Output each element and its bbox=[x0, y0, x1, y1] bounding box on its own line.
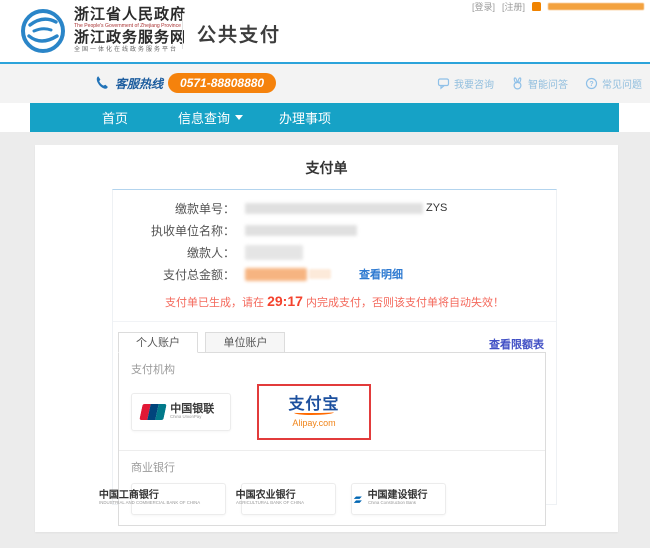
alipay-domain: Alipay.com bbox=[292, 418, 335, 428]
payment-options-panel: 支付机构 中国银联 China UnionPay 支付宝 bbox=[118, 352, 546, 526]
page-title: 支付单 bbox=[35, 158, 618, 178]
field-payment-number: 缴款单号： ZYS bbox=[113, 197, 556, 219]
redacted-unit-name bbox=[245, 225, 357, 236]
nav-home[interactable]: 首页 bbox=[102, 108, 128, 127]
field-label: 缴款人： bbox=[113, 244, 235, 261]
consult-label: 我要咨询 bbox=[454, 76, 494, 91]
tab-unit-account[interactable]: 单位账户 bbox=[205, 332, 285, 353]
login-link[interactable]: [登录] bbox=[472, 0, 495, 13]
expiry-warning: 支付单已生成，请在 29:17 内完成支付，否则该支付单将自动失效！ bbox=[113, 293, 556, 321]
redacted-amount-tail bbox=[309, 269, 331, 279]
payment-detail-container: 缴款单号： ZYS 执收单位名称： 缴款人： 支付总金额： bbox=[112, 189, 557, 505]
zhejiang-gov-logo-icon bbox=[20, 8, 66, 54]
faq-label: 常见问题 bbox=[602, 76, 642, 91]
warning-suffix: 内完成支付，否则该支付单将自动失效！ bbox=[303, 297, 504, 309]
view-detail-link[interactable]: 查看明细 bbox=[359, 266, 403, 282]
ccb-option[interactable]: 中国建设银行 China Construction Bank bbox=[351, 483, 446, 515]
hotline-label: 客服热线 bbox=[115, 75, 163, 92]
app-title: 公共支付 bbox=[197, 20, 281, 47]
nav-info-query-label: 信息查询 bbox=[178, 108, 230, 127]
register-link[interactable]: [注册] bbox=[502, 0, 525, 13]
ccb-logo-icon bbox=[352, 491, 364, 508]
user-icon bbox=[532, 2, 541, 11]
chat-bubble-icon bbox=[437, 77, 450, 90]
redacted-payer-name bbox=[245, 245, 303, 260]
icbc-name-en: INDUSTRIAL AND COMMERCIAL BANK OF CHINA bbox=[99, 501, 200, 505]
user-notice-redacted[interactable] bbox=[548, 3, 644, 10]
field-label: 执收单位名称： bbox=[113, 222, 235, 239]
faq-link[interactable]: ? 常见问题 bbox=[585, 76, 642, 91]
nav-handle-matters[interactable]: 办理事项 bbox=[279, 108, 331, 127]
abc-option[interactable]: 中国农业银行 AGRICULTURAL BANK OF CHINA bbox=[241, 483, 336, 515]
gov-text-block: 浙江省人民政府 The People's Government of Zheji… bbox=[74, 7, 200, 54]
institutions-label: 支付机构 bbox=[131, 361, 533, 377]
hotline-number: 0571-88808880 bbox=[168, 73, 276, 93]
subbar: 客服热线 0571-88808880 我要咨询 智能问答 bbox=[0, 62, 650, 103]
nav-handle-matters-label: 办理事项 bbox=[279, 108, 331, 127]
field-collecting-unit: 执收单位名称： bbox=[113, 219, 556, 241]
alipay-option-selected[interactable]: 支付宝 Alipay.com bbox=[257, 384, 371, 440]
panel-divider bbox=[119, 450, 545, 451]
public-payment-page: [登录] [注册] 浙江省人民政府 The People's Governmen… bbox=[0, 0, 650, 559]
hotline: 客服热线 0571-88808880 bbox=[94, 73, 276, 93]
question-circle-icon: ? bbox=[585, 77, 598, 90]
header-divider bbox=[182, 13, 183, 49]
chevron-down-icon bbox=[235, 115, 243, 120]
banks-row: 中国工商银行 INDUSTRIAL AND COMMERCIAL BANK OF… bbox=[131, 483, 533, 515]
alipay-card: 支付宝 Alipay.com bbox=[261, 388, 367, 436]
view-limit-table-link[interactable]: 查看限额表 bbox=[489, 336, 544, 352]
phone-icon bbox=[94, 75, 110, 91]
redacted-amount bbox=[245, 268, 307, 281]
unionpay-name: 中国银联 bbox=[170, 403, 221, 415]
tab-personal-account[interactable]: 个人账户 bbox=[118, 332, 198, 353]
payment-number-suffix: ZYS bbox=[426, 202, 447, 214]
institutions-row: 中国银联 China UnionPay 支付宝 Alipay.com bbox=[131, 384, 533, 440]
gov-name-en: The People's Government of Zhejiang Prov… bbox=[74, 23, 181, 28]
robot-rabbit-icon bbox=[511, 77, 524, 90]
ccb-name: 中国建设银行 bbox=[368, 490, 445, 501]
field-payer: 缴款人： bbox=[113, 241, 556, 263]
alipay-swoosh-icon bbox=[294, 410, 334, 415]
consult-link[interactable]: 我要咨询 bbox=[437, 76, 494, 91]
topbar-links: [登录] [注册] bbox=[472, 0, 644, 13]
payment-fields: 缴款单号： ZYS 执收单位名称： 缴款人： 支付总金额： bbox=[113, 190, 556, 322]
svg-text:?: ? bbox=[589, 81, 593, 88]
field-label: 支付总金额： bbox=[113, 266, 235, 283]
redacted-payment-number bbox=[245, 203, 423, 214]
warning-prefix: 支付单已生成，请在 bbox=[165, 297, 267, 309]
abc-name-en: AGRICULTURAL BANK OF CHINA bbox=[236, 501, 304, 505]
unionpay-option[interactable]: 中国银联 China UnionPay bbox=[131, 393, 231, 431]
banks-label: 商业银行 bbox=[131, 459, 533, 475]
field-label: 缴款单号： bbox=[113, 200, 235, 217]
smart-qa-link[interactable]: 智能问答 bbox=[511, 76, 568, 91]
icbc-option[interactable]: 中国工商银行 INDUSTRIAL AND COMMERCIAL BANK OF… bbox=[131, 483, 226, 515]
unionpay-logo-icon bbox=[140, 404, 167, 420]
nav-info-query[interactable]: 信息查询 bbox=[178, 108, 243, 127]
main-nav: 首页 信息查询 办理事项 bbox=[30, 103, 619, 132]
abc-name: 中国农业银行 bbox=[236, 490, 346, 501]
help-links: 我要咨询 智能问答 ? 常见问题 bbox=[437, 76, 642, 91]
gov-name: 浙江省人民政府 bbox=[74, 7, 200, 23]
gov-logo-area[interactable]: 浙江省人民政府 The People's Government of Zheji… bbox=[20, 7, 200, 54]
smart-qa-label: 智能问答 bbox=[528, 76, 568, 91]
field-total-amount: 支付总金额： 查看明细 bbox=[113, 263, 556, 285]
account-tabs: 个人账户 单位账户 查看限额表 bbox=[118, 332, 546, 353]
ccb-name-en: China Construction Bank bbox=[368, 501, 416, 505]
site-tagline: 全国一体化在线政务服务平台 bbox=[74, 46, 200, 54]
unionpay-name-en: China UnionPay bbox=[170, 415, 201, 419]
countdown-timer: 29:17 bbox=[267, 293, 303, 309]
nav-home-label: 首页 bbox=[102, 108, 128, 127]
payment-card: 支付单 缴款单号： ZYS 执收单位名称： 缴款人： bbox=[35, 145, 618, 532]
site-name: 浙江政务服务网 bbox=[74, 29, 200, 46]
